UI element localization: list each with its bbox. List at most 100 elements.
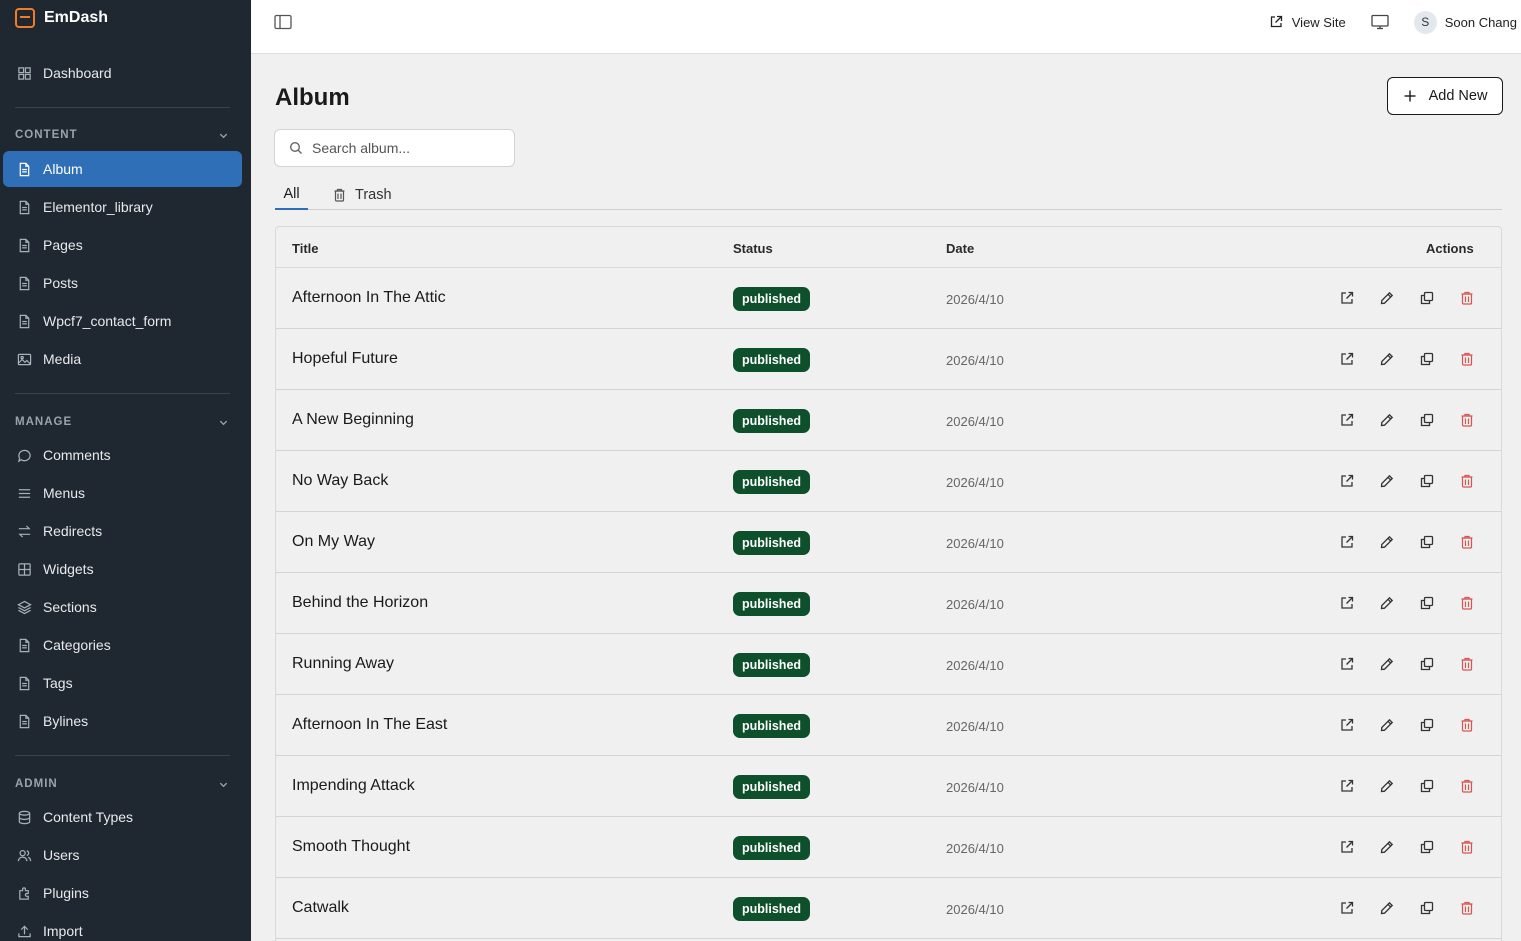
table-row[interactable]: Afternoon In The East published 2026/4/10 [276,695,1501,756]
duplicate-icon[interactable] [1419,778,1435,794]
delete-icon[interactable] [1459,717,1475,733]
edit-icon[interactable] [1379,534,1395,550]
user-menu[interactable]: S Soon Chang [1413,10,1517,34]
table-row[interactable]: Behind the Horizon published 2026/4/10 [276,573,1501,634]
sidebar-item-comments[interactable]: Comments [3,437,242,473]
edit-icon[interactable] [1379,656,1395,672]
table-row[interactable]: On My Way published 2026/4/10 [276,512,1501,573]
delete-icon[interactable] [1459,900,1475,916]
delete-icon[interactable] [1459,534,1475,550]
duplicate-icon[interactable] [1419,839,1435,855]
row-title[interactable]: Impending Attack [292,777,415,795]
search-input[interactable] [312,140,492,156]
row-title[interactable]: On My Way [292,533,375,551]
sidebar-toggle-icon[interactable] [274,14,292,30]
view-icon[interactable] [1339,778,1355,794]
duplicate-icon[interactable] [1419,595,1435,611]
duplicate-icon[interactable] [1419,717,1435,733]
sidebar-item-plugins[interactable]: Plugins [3,875,242,911]
view-icon[interactable] [1339,839,1355,855]
table-row[interactable]: Impending Attack published 2026/4/10 [276,756,1501,817]
row-title[interactable]: Catwalk [292,899,349,917]
edit-icon[interactable] [1379,473,1395,489]
sidebar-item-elementor-library[interactable]: Elementor_library [3,189,242,225]
duplicate-icon[interactable] [1419,656,1435,672]
delete-icon[interactable] [1459,595,1475,611]
sidebar-item-widgets[interactable]: Widgets [3,551,242,587]
view-icon[interactable] [1339,595,1355,611]
table-row[interactable]: Smooth Thought published 2026/4/10 [276,817,1501,878]
table-row[interactable]: Running Away published 2026/4/10 [276,634,1501,695]
table-row[interactable]: Catwalk published 2026/4/10 [276,878,1501,939]
sidebar-item-users[interactable]: Users [3,837,242,873]
duplicate-icon[interactable] [1419,351,1435,367]
column-date[interactable]: Date [946,241,974,256]
section-admin-toggle[interactable]: ADMIN [0,773,251,795]
sidebar-item-menus[interactable]: Menus [3,475,242,511]
row-title[interactable]: Behind the Horizon [292,594,428,612]
brand[interactable]: EmDash [0,0,251,36]
sidebar-item-bylines[interactable]: Bylines [3,703,242,739]
tab-trash[interactable]: Trash [333,180,392,210]
table-row[interactable]: Afternoon In The Attic published 2026/4/10 [276,268,1501,329]
delete-icon[interactable] [1459,290,1475,306]
row-title[interactable]: Smooth Thought [292,838,410,856]
sidebar-item-album[interactable]: Album [3,151,242,187]
edit-icon[interactable] [1379,412,1395,428]
duplicate-icon[interactable] [1419,290,1435,306]
edit-icon[interactable] [1379,351,1395,367]
edit-icon[interactable] [1379,839,1395,855]
edit-icon[interactable] [1379,717,1395,733]
delete-icon[interactable] [1459,839,1475,855]
edit-icon[interactable] [1379,778,1395,794]
table-row[interactable]: No Way Back published 2026/4/10 [276,451,1501,512]
view-icon[interactable] [1339,412,1355,428]
duplicate-icon[interactable] [1419,412,1435,428]
row-title[interactable]: Hopeful Future [292,350,398,368]
duplicate-icon[interactable] [1419,900,1435,916]
view-icon[interactable] [1339,473,1355,489]
section-manage-toggle[interactable]: MANAGE [0,411,251,433]
sidebar-item-wpcf7-contact-form[interactable]: Wpcf7_contact_form [3,303,242,339]
delete-icon[interactable] [1459,473,1475,489]
sidebar-item-redirects[interactable]: Redirects [3,513,242,549]
sidebar-item-content-types[interactable]: Content Types [3,799,242,835]
view-icon[interactable] [1339,900,1355,916]
sidebar-item-categories[interactable]: Categories [3,627,242,663]
row-title[interactable]: No Way Back [292,472,388,490]
tab-all[interactable]: All [275,180,308,210]
table-row[interactable]: Hopeful Future published 2026/4/10 [276,329,1501,390]
add-new-button[interactable]: Add New [1387,77,1503,115]
edit-icon[interactable] [1379,595,1395,611]
column-status[interactable]: Status [733,241,773,256]
sidebar-item-tags[interactable]: Tags [3,665,242,701]
delete-icon[interactable] [1459,656,1475,672]
delete-icon[interactable] [1459,778,1475,794]
view-site-link[interactable]: View Site [1269,15,1346,30]
view-icon[interactable] [1339,290,1355,306]
delete-icon[interactable] [1459,412,1475,428]
sidebar-item-media[interactable]: Media [3,341,242,377]
section-content-toggle[interactable]: CONTENT [0,124,251,146]
row-title[interactable]: Afternoon In The East [292,716,447,734]
row-title[interactable]: A New Beginning [292,411,414,429]
delete-icon[interactable] [1459,351,1475,367]
sidebar-item-posts[interactable]: Posts [3,265,242,301]
edit-icon[interactable] [1379,900,1395,916]
view-icon[interactable] [1339,351,1355,367]
view-icon[interactable] [1339,534,1355,550]
sidebar-item-sections[interactable]: Sections [3,589,242,625]
duplicate-icon[interactable] [1419,473,1435,489]
edit-icon[interactable] [1379,290,1395,306]
view-icon[interactable] [1339,656,1355,672]
sidebar-item-import[interactable]: Import [3,913,242,941]
sidebar-item-dashboard[interactable]: Dashboard [3,55,242,91]
monitor-icon[interactable] [1371,14,1389,30]
duplicate-icon[interactable] [1419,534,1435,550]
column-title[interactable]: Title [292,241,319,256]
row-title[interactable]: Running Away [292,655,394,673]
sidebar-item-pages[interactable]: Pages [3,227,242,263]
view-icon[interactable] [1339,717,1355,733]
table-row[interactable]: A New Beginning published 2026/4/10 [276,390,1501,451]
row-title[interactable]: Afternoon In The Attic [292,289,446,307]
